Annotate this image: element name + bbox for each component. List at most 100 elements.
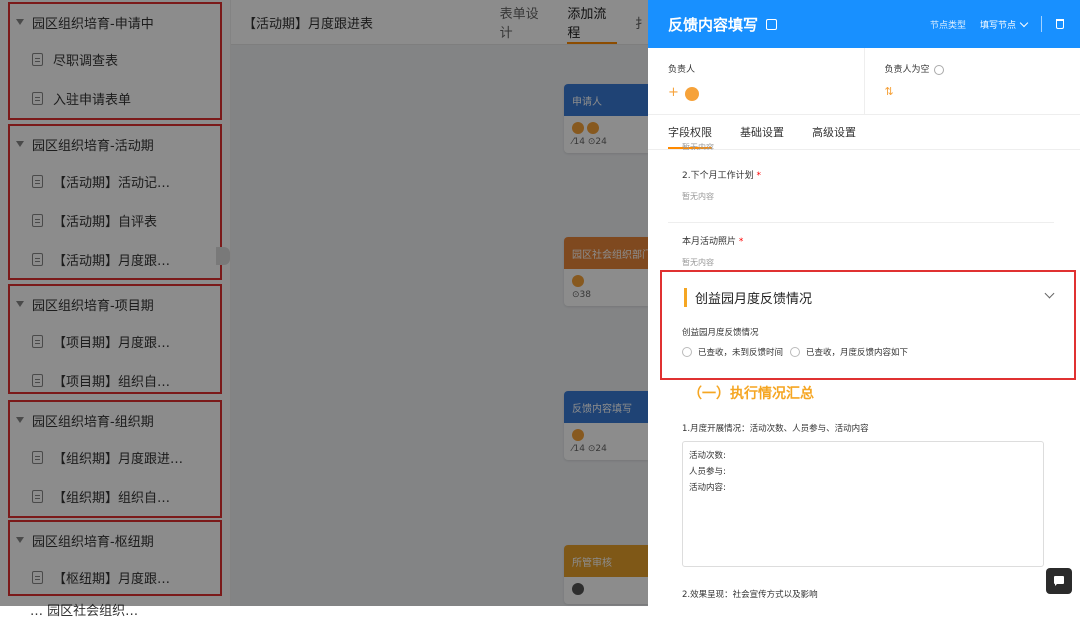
form-title: 【活动期】月度跟进表 (243, 13, 482, 32)
node-type-select[interactable]: 填写节点 (980, 18, 1027, 31)
document-icon (32, 571, 43, 584)
flow-node[interactable]: 所管审核 (564, 545, 648, 604)
avatar-icon[interactable] (685, 87, 699, 101)
group-project: 园区组织培育-项目期 【项目期】月度跟… 【项目期】组织自… (8, 284, 222, 394)
required-mark: * (739, 237, 744, 247)
tab-form-design[interactable]: 表单设计 (500, 0, 550, 44)
node-type-value: 填写节点 (980, 18, 1016, 31)
node-title: 园区社会组织部门 (564, 237, 648, 269)
collapse-triangle-icon[interactable] (16, 19, 24, 25)
question-label: 1.月度开展情况：活动次数、人员参与、活动内容 (682, 422, 869, 434)
radio-circle-icon[interactable] (790, 347, 800, 357)
collapse-triangle-icon[interactable] (16, 141, 24, 147)
chat-icon[interactable] (1046, 568, 1072, 594)
document-icon (32, 214, 43, 227)
group-title: 园区组织培育-申请中 (32, 13, 154, 32)
tab-basic-settings[interactable]: 基础设置 (740, 115, 784, 149)
owner-section: 负责人 + 负责人为空 ⇅ (648, 48, 1080, 115)
field-label: 2.下个月工作计划 (682, 171, 754, 181)
radio-option[interactable]: 已查收，未到反馈时间 (682, 346, 783, 358)
highlight-box (660, 270, 1076, 380)
avatar-icon (572, 122, 584, 134)
divider (668, 222, 1054, 223)
tab-add-flow[interactable]: 添加流程 (567, 0, 617, 44)
tab-advanced-settings[interactable]: 高级设置 (812, 115, 856, 149)
radio-option-label: 已查收，月度反馈内容如下 (806, 346, 908, 358)
trash-icon[interactable] (1056, 19, 1064, 29)
radio-circle-icon[interactable] (682, 347, 692, 357)
flow-node[interactable]: 申请人 ⁄14 ⊙24 (564, 84, 648, 153)
node-meta: ⁄14 ⊙24 (572, 444, 640, 454)
scrolled-text: 暂无内容 (682, 142, 714, 150)
info-icon[interactable] (934, 65, 944, 75)
form-item[interactable]: 尽职调查表 (10, 40, 220, 79)
node-meta: ⊙38 (572, 290, 640, 300)
document-icon (32, 53, 43, 66)
field-next-plan: 2.下个月工作计划 * 暂无内容 (682, 168, 1052, 202)
field-label: 本月活动照片 (682, 237, 736, 247)
form-item-label: 【活动期】活动记… (53, 172, 170, 191)
field-empty: 暂无内容 (682, 191, 1052, 202)
node-title: 申请人 (564, 84, 648, 116)
form-item[interactable]: 【活动期】活动记… (10, 162, 220, 201)
group-header[interactable]: 园区组织培育-项目期 (10, 286, 220, 322)
tab-more[interactable]: 扌 (635, 0, 648, 44)
flow-node[interactable]: 园区社会组织部门 ⊙38 (564, 237, 648, 306)
node-title: 反馈内容填写 (564, 391, 648, 423)
group-title: 园区组织培育-项目期 (32, 295, 154, 314)
collapse-triangle-icon[interactable] (16, 537, 24, 543)
form-item[interactable]: 【枢纽期】月度跟… (10, 558, 220, 597)
form-item[interactable]: 【项目期】组织自… (10, 361, 220, 400)
form-item[interactable]: 【活动期】自评表 (10, 201, 220, 240)
group-header[interactable]: 园区组织培育-组织期 (10, 402, 220, 438)
avatar-icon (572, 429, 584, 441)
owner-empty-label: 负责人为空 (885, 65, 930, 75)
form-item[interactable]: 【组织期】组织自… (10, 477, 220, 516)
group-header[interactable]: 园区组织培育-枢纽期 (10, 522, 220, 558)
sidebar: 园区组织培育-申请中 尽职调查表 入驻申请表单 园区组织培育-活动期 【活动期】… (0, 0, 231, 606)
document-icon (32, 92, 43, 105)
group-title: 园区组织培育-活动期 (32, 135, 154, 154)
document-icon (32, 175, 43, 188)
flow-node[interactable]: 反馈内容填写 ⁄14 ⊙24 (564, 391, 648, 460)
question-label: 2.效果呈现：社会宣传方式以及影响 (682, 588, 818, 600)
radio-group-label: 创益园月度反馈情况 (682, 326, 759, 338)
group-title: 园区组织培育-枢纽期 (32, 531, 154, 550)
group-hub: 园区组织培育-枢纽期 【枢纽期】月度跟… (8, 520, 222, 596)
document-icon (32, 490, 43, 503)
form-item[interactable]: 【组织期】月度跟进… (10, 438, 220, 477)
monthly-activity-textarea[interactable]: 活动次数: 人员参与: 活动内容: (682, 441, 1044, 567)
group-header[interactable]: 园区组织培育-活动期 (10, 126, 220, 162)
radio-option-label: 已查收，未到反馈时间 (698, 346, 783, 358)
panel-title: 反馈内容填写 (668, 14, 758, 35)
radio-option[interactable]: 已查收，月度反馈内容如下 (790, 346, 908, 358)
add-icon[interactable]: + (668, 85, 679, 100)
form-item-label: 【组织期】月度跟进… (53, 448, 183, 467)
form-item-label: 【枢纽期】月度跟… (53, 568, 170, 587)
document-icon (32, 335, 43, 348)
required-mark: * (756, 171, 761, 181)
summary-title: （一）执行情况汇总 (688, 383, 814, 403)
form-item-label: 【项目期】月度跟… (53, 332, 170, 351)
swap-icon[interactable]: ⇅ (885, 85, 894, 98)
form-item[interactable]: 【活动期】月度跟… (10, 240, 220, 279)
document-icon (32, 451, 43, 464)
form-item-label: 【项目期】组织自… (53, 371, 170, 390)
field-photos: 本月活动照片 * 暂无内容 (682, 234, 1052, 268)
sidebar-collapse-handle[interactable] (216, 247, 230, 265)
divider (1041, 16, 1042, 32)
form-item[interactable]: 入驻申请表单 (10, 79, 220, 118)
section-title: 创益园月度反馈情况 (684, 288, 812, 307)
group-header[interactable]: 园区组织培育-申请中 (10, 4, 220, 40)
form-item-label: 【活动期】自评表 (53, 211, 157, 230)
group-organization: 园区组织培育-组织期 【组织期】月度跟进… 【组织期】组织自… (8, 400, 222, 518)
edit-icon[interactable] (766, 19, 777, 30)
panel-header: 反馈内容填写 节点类型 填写节点 (648, 0, 1080, 48)
collapse-triangle-icon[interactable] (16, 301, 24, 307)
node-meta: ⁄14 ⊙24 (572, 137, 640, 147)
form-item[interactable]: 【项目期】月度跟… (10, 322, 220, 361)
collapse-triangle-icon[interactable] (16, 417, 24, 423)
document-icon (32, 374, 43, 387)
avatar-icon (587, 122, 599, 134)
flow-designer: 【活动期】月度跟进表 表单设计 添加流程 扌 申请人 ⁄14 ⊙24 园区社会组… (231, 0, 648, 606)
